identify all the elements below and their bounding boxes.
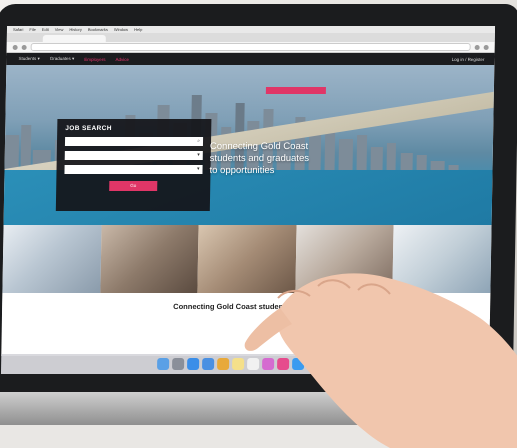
nav-students[interactable]: Students ▾ — [18, 56, 39, 62]
finder-icon[interactable] — [156, 358, 169, 370]
job-search-panel: JOB SEARCH ⌕ ▾ ▾ Go — [55, 119, 212, 211]
industry-select[interactable]: ▾ — [64, 165, 203, 174]
menu-item[interactable]: File — [29, 27, 36, 32]
keyword-input[interactable]: ⌕ — [64, 137, 204, 146]
search-button[interactable]: Go — [109, 181, 158, 191]
safari-icon[interactable] — [186, 358, 199, 370]
tagline-line: to opportunities — [209, 165, 275, 176]
menu-item[interactable]: View — [55, 27, 64, 32]
menu-item[interactable]: Window — [114, 27, 128, 32]
photo-lab-students — [2, 225, 102, 293]
browser-toolbar — [6, 42, 495, 53]
nav-advice[interactable]: Advice — [115, 57, 129, 62]
tagline-line: students and graduates — [209, 153, 310, 164]
nav-employers[interactable]: Employers — [84, 57, 105, 62]
launchpad-icon[interactable] — [171, 358, 184, 370]
chevron-down-icon: ▾ — [196, 166, 200, 172]
search-icon[interactable]: ⌕ — [197, 137, 200, 146]
extensions-icon[interactable] — [474, 44, 480, 50]
menu-item[interactable]: Bookmarks — [88, 27, 108, 32]
chrome-icon[interactable] — [216, 358, 229, 370]
menu-item[interactable]: Help — [134, 27, 142, 32]
menu-item[interactable]: Edit — [42, 27, 49, 32]
promo-block — [265, 83, 326, 94]
search-heading: JOB SEARCH — [65, 125, 112, 132]
mac-menu-bar: Safari File Edit View History Bookmarks … — [6, 26, 496, 33]
menu-icon[interactable] — [483, 44, 489, 50]
browser-tab[interactable] — [42, 35, 106, 42]
tagline-line: Connecting Gold Coast — [209, 141, 309, 152]
hero-banner: JOB SEARCH ⌕ ▾ ▾ Go Connecting Gold Coas… — [3, 65, 495, 225]
login-link[interactable]: Log in / Register — [452, 57, 485, 62]
site-nav: Students ▾ Graduates ▾ Employers Advice … — [6, 53, 495, 65]
address-bar[interactable] — [30, 43, 471, 51]
mail-icon[interactable] — [201, 358, 214, 370]
chevron-down-icon: ▾ — [197, 152, 200, 158]
hero-tagline: Connecting Gold Coast students and gradu… — [209, 141, 309, 177]
search-title: JOB SEARCH — [65, 125, 203, 132]
promo-cta-button[interactable] — [265, 87, 326, 94]
back-icon[interactable] — [12, 44, 18, 50]
nav-graduates[interactable]: Graduates ▾ — [50, 56, 75, 62]
menu-item[interactable]: History — [69, 27, 82, 32]
browser-tab-bar — [6, 33, 495, 42]
opportunity-type-select[interactable]: ▾ — [64, 151, 203, 160]
forward-icon[interactable] — [21, 44, 27, 50]
menu-item[interactable]: Safari — [13, 27, 24, 32]
hand-image — [244, 273, 517, 448]
photo-workshop — [99, 225, 199, 293]
